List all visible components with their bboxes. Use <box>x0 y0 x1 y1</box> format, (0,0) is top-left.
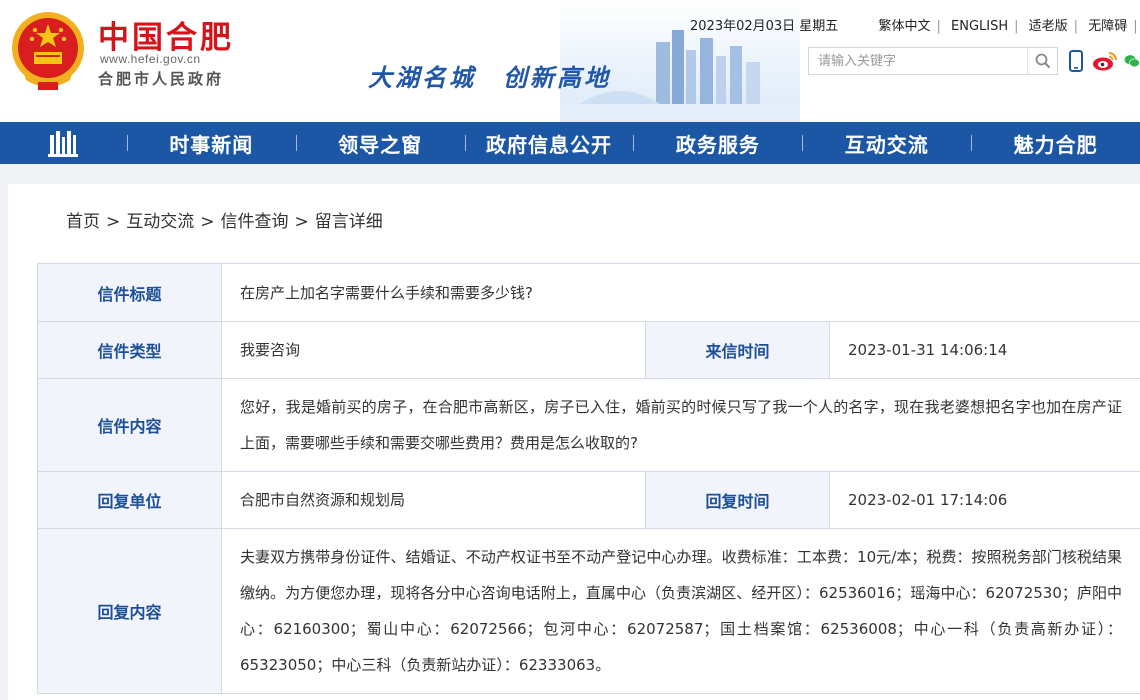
link-accessibility[interactable]: 无障碍 <box>1088 15 1127 34</box>
reply-unit-label: 回复单位 <box>37 471 222 529</box>
site-organization: 合肥市人民政府 <box>98 70 225 88</box>
sent-time-value: 2023-01-31 14:06:14 <box>828 321 1140 379</box>
letter-title-value: 在房产上加名字需要什么手续和需要多少钱? <box>220 263 1140 322</box>
link-elderly-version[interactable]: 适老版 <box>1029 15 1068 34</box>
building-home-icon <box>48 131 79 157</box>
letter-title-label: 信件标题 <box>37 263 222 322</box>
reply-unit-value: 合肥市自然资源和规划局 <box>221 471 646 529</box>
breadcrumb-separator: > <box>106 212 121 232</box>
nav-item-charming-hefei[interactable]: 魅力合肥 <box>971 122 1140 164</box>
letter-detail-table: 信件标题 在房产上加名字需要什么手续和需要多少钱? 信件类型 我要咨询 来信时间… <box>37 263 1140 694</box>
separator: | <box>1133 19 1138 34</box>
breadcrumb: 首页 > 互动交流 > 信件查询 > 留言详细 <box>66 207 383 232</box>
reply-content-label: 回复内容 <box>37 528 222 694</box>
breadcrumb-separator: > <box>294 212 309 232</box>
site-brand-title[interactable]: 中国合肥 <box>98 12 234 57</box>
nav-item-interaction[interactable]: 互动交流 <box>802 122 971 164</box>
nav-item-leaders[interactable]: 领导之窗 <box>295 122 465 164</box>
table-row: 信件类型 我要咨询 来信时间 2023-01-31 14:06:14 <box>37 321 1140 379</box>
breadcrumb-home[interactable]: 首页 <box>66 212 100 232</box>
top-utility-bar: 2023年02月03日 星期五 繁体中文 | ENGLISH | 适老版 | 无障碍 | <box>690 15 1140 34</box>
separator: | <box>936 19 941 34</box>
sent-time-label: 来信时间 <box>645 321 830 379</box>
site-search <box>808 47 1058 75</box>
link-english[interactable]: ENGLISH <box>951 19 1008 34</box>
breadcrumb-current: 留言详细 <box>314 212 383 232</box>
search-button[interactable] <box>1027 48 1057 74</box>
letter-type-label: 信件类型 <box>37 321 222 379</box>
table-row: 信件内容 您好，我是婚前买的房子，在合肥市高新区，房子已入住，婚前买的时候只写了… <box>37 378 1140 472</box>
nav-item-services[interactable]: 政务服务 <box>633 122 802 164</box>
separator: | <box>1073 19 1079 34</box>
reply-content-value: 夫妻双方携带身份证件、结婚证、不动产权证书至不动产登记中心办理。收费标准：工本费… <box>220 528 1140 694</box>
weibo-icon[interactable] <box>1092 50 1118 72</box>
site-header: 中国合肥 www.hefei.gov.cn 合肥市人民政府 大湖名城 创新高地 … <box>0 0 1140 122</box>
wechat-icon[interactable] <box>1124 50 1140 72</box>
breadcrumb-letter-query[interactable]: 信件查询 <box>221 212 289 232</box>
reply-time-value: 2023-02-01 17:14:06 <box>828 471 1140 529</box>
link-traditional-chinese[interactable]: 繁体中文 <box>878 15 930 34</box>
table-row: 回复单位 合肥市自然资源和规划局 回复时间 2023-02-01 17:14:0… <box>37 471 1140 529</box>
nav-item-gov-info[interactable]: 政府信息公开 <box>464 122 634 164</box>
letter-type-value: 我要咨询 <box>221 321 646 379</box>
letter-content-label: 信件内容 <box>37 378 222 472</box>
search-input[interactable] <box>809 48 1029 74</box>
slogan: 大湖名城 创新高地 <box>368 64 611 92</box>
reply-time-label: 回复时间 <box>645 471 830 529</box>
breadcrumb-interaction[interactable]: 互动交流 <box>126 212 194 232</box>
separator: | <box>1014 19 1019 34</box>
letter-content-value: 您好，我是婚前买的房子，在合肥市高新区，房子已入住，婚前买的时候只写了我一个人的… <box>220 378 1140 472</box>
breadcrumb-separator: > <box>200 212 215 232</box>
mobile-icon[interactable] <box>1065 50 1087 72</box>
main-navigation: 时事新闻 领导之窗 政府信息公开 政务服务 互动交流 魅力合肥 <box>0 122 1140 164</box>
current-date: 2023年02月03日 星期五 <box>690 19 839 34</box>
nav-home[interactable] <box>0 122 127 164</box>
national-emblem-icon <box>12 12 84 90</box>
table-row: 回复内容 夫妻双方携带身份证件、结婚证、不动产权证书至不动产登记中心办理。收费标… <box>37 528 1140 694</box>
nav-item-news[interactable]: 时事新闻 <box>126 122 296 164</box>
search-icon <box>1035 53 1050 69</box>
table-row: 信件标题 在房产上加名字需要什么手续和需要多少钱? <box>37 263 1140 322</box>
site-url: www.hefei.gov.cn <box>100 52 201 66</box>
content-panel: 首页 > 互动交流 > 信件查询 > 留言详细 信件标题 在房产上加名字需要什么手续和需要多… <box>8 184 1140 700</box>
